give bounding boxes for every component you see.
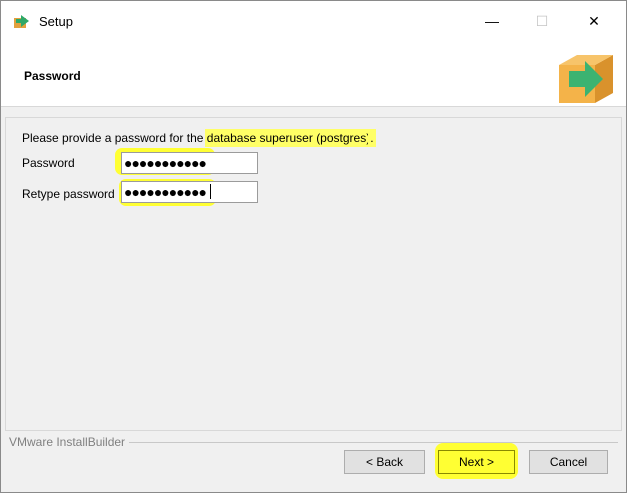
installbuilder-brand: VMware InstallBuilder [9, 435, 130, 449]
back-button[interactable]: < Back [344, 450, 425, 474]
retype-password-field[interactable]: ●●●●●●●●●●● [121, 181, 258, 203]
setup-app-icon [14, 15, 29, 28]
password-label: Password [22, 156, 75, 170]
text-caret [210, 184, 211, 199]
minimize-button[interactable]: — [469, 1, 515, 41]
retype-password-value: ●●●●●●●●●●● [124, 184, 207, 200]
password-value: ●●●●●●●●●●● [124, 155, 207, 171]
next-button[interactable]: Next > [438, 450, 515, 474]
page-title: Password [24, 69, 81, 83]
password-field[interactable]: ●●●●●●●●●●● [121, 152, 258, 174]
intro-highlight: database superuser (postgres) [206, 131, 371, 145]
page-header: Password [1, 41, 626, 107]
intro-text: Please provide a password for the databa… [22, 131, 374, 145]
content-panel [5, 117, 622, 431]
intro-prefix: Please provide a password for the [22, 131, 207, 145]
title-bar[interactable]: Setup — ☐ ✕ [1, 1, 626, 41]
intro-suffix: . [370, 131, 374, 145]
retype-password-label: Retype password [22, 187, 115, 201]
window-title: Setup [39, 14, 73, 29]
cancel-button[interactable]: Cancel [529, 450, 608, 474]
installer-box-icon [559, 55, 613, 103]
maximize-button[interactable]: ☐ [519, 1, 565, 41]
close-button[interactable]: ✕ [571, 1, 617, 41]
setup-window: Setup — ☐ ✕ Password Please provide a pa… [0, 0, 627, 493]
